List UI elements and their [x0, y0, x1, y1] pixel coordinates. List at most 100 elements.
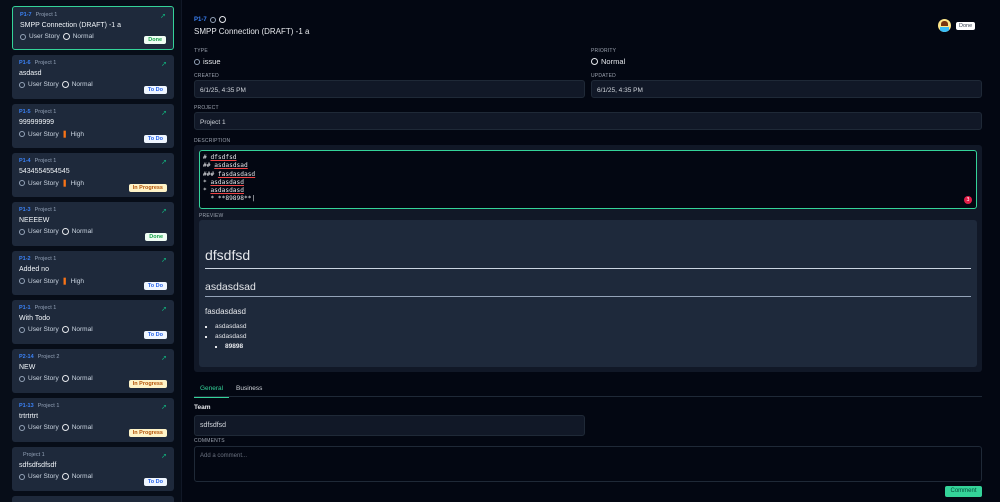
card-type: User Story: [28, 130, 59, 138]
card-key: P1-13: [19, 403, 34, 409]
type-icon: [19, 180, 25, 186]
card-type: User Story: [28, 81, 59, 88]
status-badge: Done: [145, 233, 167, 241]
preview-list-item: asdasdasd: [215, 333, 247, 340]
type-icon: [194, 58, 200, 65]
pin-icon[interactable]: ➚: [161, 403, 167, 411]
issue-card[interactable]: P1-6 Project 1 ➚ asdasd User Story Normal …: [12, 55, 174, 99]
issue-card[interactable]: P1-3 Project 1 ➚ NEEEEW User Story Normal …: [12, 202, 174, 246]
priority-text: Normal: [601, 57, 626, 66]
issue-card[interactable]: P1-1 Project 1 ➚ With Todo User Story Norm…: [12, 300, 174, 344]
comments-label: COMMENTS: [194, 438, 225, 444]
card-title: 999999999: [19, 119, 55, 126]
card-type: User Story: [28, 179, 59, 187]
type-icon: [19, 375, 25, 382]
pin-icon[interactable]: ➚: [161, 109, 167, 117]
card-priority: Normal: [71, 473, 93, 480]
normal-priority-icon: [61, 81, 69, 88]
card-key: P1-7: [20, 12, 32, 18]
card-type: User Story: [28, 277, 59, 285]
description-textarea[interactable]: # dfsdfsd ## asdasdsad ### fasdasdasd * …: [199, 150, 977, 209]
card-title: NEEEEW: [19, 217, 50, 224]
type-icon: [19, 473, 25, 480]
preview-list: asdasdasd asdasdasd 89898: [215, 322, 971, 352]
status-badge: To Do: [143, 331, 167, 339]
pin-icon[interactable]: ➚: [161, 452, 167, 460]
type-icon: [19, 278, 25, 284]
spellcheck-error-count[interactable]: 3: [964, 196, 972, 204]
card-priority: Normal: [72, 33, 94, 40]
pin-icon[interactable]: ➚: [161, 256, 167, 264]
status-badge[interactable]: Done: [956, 22, 976, 30]
comment-button[interactable]: Comment: [945, 486, 982, 497]
card-project: Project 1: [35, 12, 58, 18]
priority-label: PRIORITY: [591, 48, 617, 54]
type-icon: [19, 326, 25, 333]
preview-sublist-item: 89898: [225, 342, 971, 352]
issue-card[interactable]: P1-5 Project 1 ➚ 999999999 User Story ❚ Hig…: [12, 104, 174, 148]
type-value[interactable]: issue: [194, 57, 221, 66]
markdown-preview: dfsdfsd asdasdsad fasdasdasd asdasdasd a…: [199, 220, 977, 367]
issue-card[interactable]: P1-13 Project 1 ➚ trtrtrtrt User Story Nor…: [12, 398, 174, 442]
pin-icon[interactable]: ➚: [161, 354, 167, 362]
card-project: Project 2: [37, 354, 60, 360]
pin-icon[interactable]: ➚: [160, 12, 166, 20]
card-type: User Story: [28, 473, 59, 480]
project-label: PROJECT: [194, 105, 219, 111]
type-icon: [19, 424, 25, 431]
team-label: Team: [194, 404, 211, 411]
card-key: P1-4: [19, 158, 31, 164]
status-badge: To Do: [143, 86, 167, 94]
created-label: CREATED: [194, 73, 219, 79]
priority-value[interactable]: Normal: [591, 57, 625, 66]
pin-icon[interactable]: ➚: [161, 60, 167, 68]
preview-list-item: asdasdasd: [215, 322, 971, 332]
preview-label: PREVIEW: [199, 213, 224, 219]
status-badge: To Do: [143, 135, 167, 143]
priority-icon: [591, 58, 598, 65]
tab-business[interactable]: Business: [236, 385, 262, 397]
issue-card[interactable]: P1-4 Project 1 ➚ 5434554554545 User Story…: [12, 153, 174, 197]
card-project: Project 1: [34, 207, 57, 213]
issue-title: SMPP Connection (DRAFT) -1 a: [194, 27, 310, 36]
issue-card[interactable]: [12, 496, 174, 502]
card-title: trtrtrtrt: [19, 413, 39, 420]
status-badge: Done: [144, 36, 166, 44]
card-key: P1-5: [19, 109, 31, 115]
issue-card[interactable]: P1-2 Project 1 ➚ Added no User Story ❚ High…: [12, 251, 174, 295]
normal-priority-icon: [61, 326, 69, 333]
card-project: Project 1: [34, 158, 57, 164]
pin-icon[interactable]: ➚: [161, 305, 167, 313]
tab-general[interactable]: General: [194, 385, 229, 398]
team-input[interactable]: sdfsdfsd: [194, 415, 585, 436]
pin-icon[interactable]: ➚: [161, 158, 167, 166]
status-badge: In Progress: [128, 380, 167, 388]
card-key: P1-3: [19, 207, 31, 213]
card-key: P2-14: [19, 354, 34, 360]
card-project: Project 1: [34, 256, 57, 262]
high-priority-icon: ❚: [61, 180, 68, 187]
high-priority-icon: ❚: [61, 278, 68, 285]
issue-card[interactable]: P2-14 Project 2 ➚ NEW User Story Normal In…: [12, 349, 174, 393]
project-field[interactable]: Project 1: [194, 112, 982, 130]
md-line: * **89898**: [203, 195, 252, 203]
card-type: User Story: [28, 375, 59, 382]
card-type: User Story: [28, 424, 59, 431]
pin-icon[interactable]: ➚: [161, 207, 167, 215]
md-line: asdasdasd: [210, 178, 244, 186]
card-priority: Normal: [71, 228, 93, 235]
issue-card[interactable]: P1-7 Project 1 ➚ SMPP Connection (DRAFT) …: [12, 6, 174, 50]
card-title: 5434554554545: [19, 168, 70, 175]
issue-list: P1-7 Project 1 ➚ SMPP Connection (DRAFT) …: [0, 0, 182, 502]
avatar[interactable]: [938, 19, 951, 32]
priority-icon: [218, 16, 226, 23]
issue-card[interactable]: Project 1 ➚ sdfsdfsdfsdf User Story Norma…: [12, 447, 174, 491]
md-line: asdasdsad: [214, 162, 248, 170]
md-line: fasdasdasd: [217, 170, 256, 178]
card-priority: Normal: [71, 375, 93, 382]
status-badge: To Do: [143, 282, 167, 290]
card-type: User Story: [28, 228, 59, 235]
comment-input[interactable]: Add a comment...: [194, 446, 982, 482]
md-line: asdasdasd: [210, 187, 244, 195]
preview-h3: fasdasdasd: [205, 307, 246, 316]
